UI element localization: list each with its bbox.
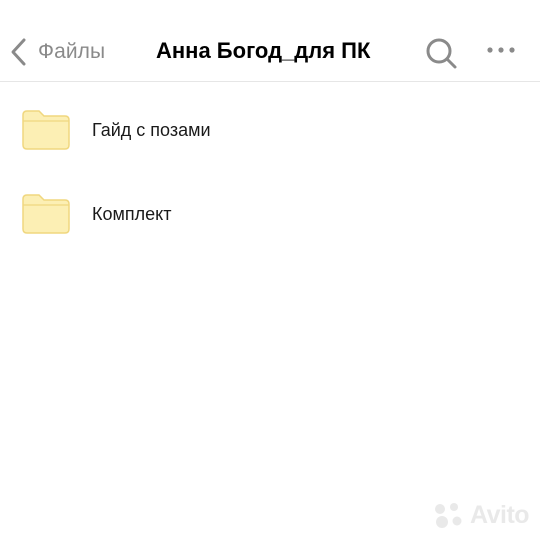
watermark-text: Avito xyxy=(470,500,530,529)
avito-logo-icon xyxy=(435,503,462,528)
search-button[interactable] xyxy=(422,34,462,74)
folder-icon xyxy=(22,110,70,150)
search-icon xyxy=(426,38,457,69)
folder-name: Комплект xyxy=(92,203,172,224)
folder-icon xyxy=(22,194,70,234)
back-button[interactable]: Файлы xyxy=(8,30,105,74)
more-horizontal-icon xyxy=(487,47,515,53)
file-browser-screen: Файлы Анна Богод_для ПК Гайд с позами Ко… xyxy=(0,0,540,540)
page-title: Анна Богод_для ПК xyxy=(156,38,371,63)
more-options-button[interactable] xyxy=(482,34,522,74)
back-button-label: Файлы xyxy=(38,40,106,63)
list-item-folder[interactable]: Гайд с позами xyxy=(0,88,540,172)
avito-watermark: Avito xyxy=(432,500,530,530)
chevron-left-icon xyxy=(11,38,26,66)
header-bar: Файлы Анна Богод_для ПК xyxy=(0,0,540,82)
list-item-folder[interactable]: Комплект xyxy=(0,172,540,256)
folder-name: Гайд с позами xyxy=(92,119,211,140)
